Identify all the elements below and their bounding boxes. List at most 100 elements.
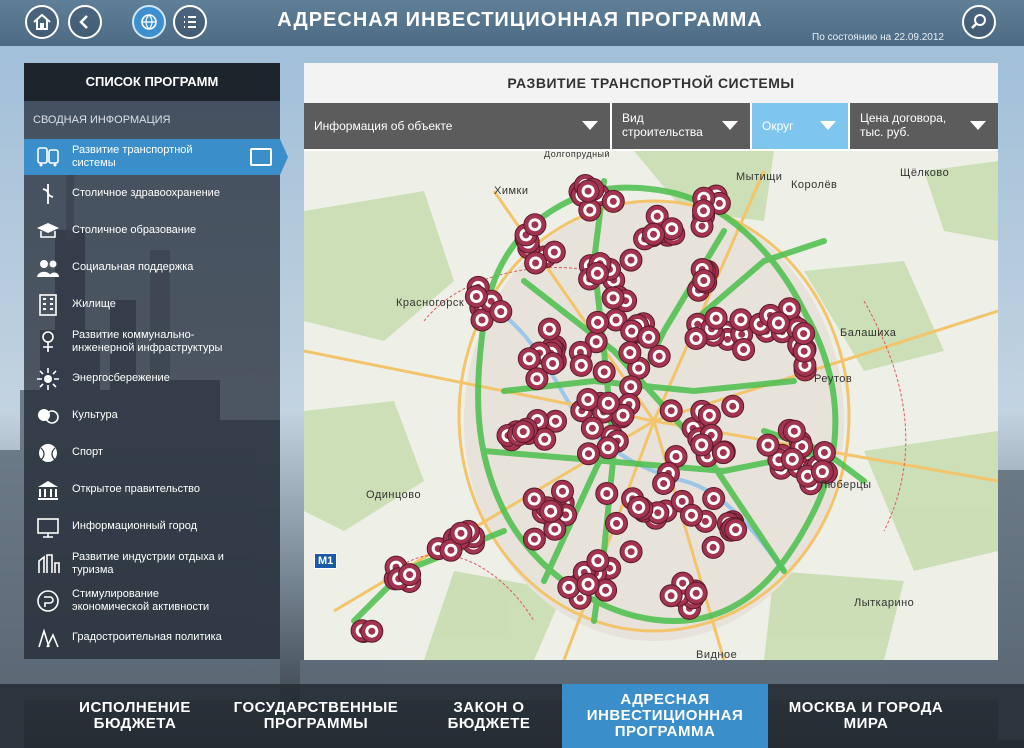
map-marker[interactable] bbox=[780, 447, 804, 471]
map-marker[interactable] bbox=[586, 310, 610, 334]
map-marker[interactable] bbox=[701, 535, 725, 559]
card-icon[interactable] bbox=[250, 148, 272, 166]
map-marker[interactable] bbox=[812, 441, 836, 464]
map-marker[interactable] bbox=[523, 213, 547, 237]
list-button[interactable] bbox=[173, 5, 207, 39]
map-label-balashikha: Балашиха bbox=[840, 327, 897, 339]
map-marker[interactable] bbox=[585, 261, 609, 285]
map-marker[interactable] bbox=[449, 521, 473, 545]
map-marker[interactable] bbox=[537, 317, 561, 341]
search-button[interactable] bbox=[962, 5, 996, 39]
map-marker[interactable] bbox=[690, 433, 714, 457]
map-marker[interactable] bbox=[360, 619, 384, 643]
map-marker[interactable] bbox=[596, 391, 620, 415]
map-marker[interactable] bbox=[522, 527, 546, 551]
sidebar-item-social[interactable]: Социальная поддержка bbox=[24, 249, 280, 286]
map-marker[interactable] bbox=[782, 419, 806, 443]
map-marker[interactable] bbox=[557, 575, 581, 599]
sidebar-item-education[interactable]: Столичное образование bbox=[24, 212, 280, 249]
map-marker[interactable] bbox=[702, 487, 726, 510]
map-marker[interactable] bbox=[577, 442, 600, 466]
map-marker[interactable] bbox=[692, 199, 715, 223]
nav-state-programs[interactable]: ГОСУДАРСТВЕННЫЕ ПРОГРАММЫ bbox=[230, 684, 402, 748]
sidebar-item-info-city[interactable]: Информационный город bbox=[24, 508, 280, 545]
sidebar-item-energy[interactable]: Энергосбережение bbox=[24, 360, 280, 397]
sidebar-item-housing[interactable]: Жилище bbox=[24, 286, 280, 323]
sidebar-item-label: Информационный город bbox=[72, 520, 198, 532]
map-marker[interactable] bbox=[517, 347, 541, 371]
sidebar-item-utilities[interactable]: Развитие коммунально-инженерной инфрастр… bbox=[24, 323, 280, 360]
home-button[interactable] bbox=[25, 5, 59, 39]
map-marker[interactable] bbox=[464, 285, 488, 308]
map-marker[interactable] bbox=[569, 353, 593, 377]
map-marker[interactable] bbox=[627, 495, 651, 519]
map-marker[interactable] bbox=[756, 433, 780, 457]
map-marker[interactable] bbox=[595, 482, 619, 505]
nav-moscow-world-cities[interactable]: МОСКВА И ГОРОДА МИРА bbox=[780, 684, 952, 748]
map-marker[interactable] bbox=[642, 222, 665, 246]
map-marker[interactable] bbox=[619, 248, 643, 272]
map-marker[interactable] bbox=[601, 286, 625, 310]
sidebar-item-government[interactable]: Открытое правительство bbox=[24, 471, 280, 508]
summary-link[interactable]: СВОДНАЯ ИНФОРМАЦИЯ bbox=[24, 101, 280, 139]
map-marker[interactable] bbox=[766, 311, 790, 335]
map-canvas[interactable] bbox=[304, 151, 998, 660]
sidebar-item-urban[interactable]: Градостроительная политика bbox=[24, 619, 280, 656]
map-marker[interactable] bbox=[601, 189, 625, 213]
map-marker[interactable] bbox=[489, 300, 513, 324]
map-marker[interactable] bbox=[524, 251, 548, 275]
filter-object-info[interactable]: Информация об объекте bbox=[304, 103, 610, 149]
map-marker[interactable] bbox=[724, 518, 748, 542]
map-marker[interactable] bbox=[721, 394, 745, 418]
sidebar-item-health[interactable]: Столичное здравоохранение bbox=[24, 175, 280, 212]
sidebar-item-transport[interactable]: Развитие транспортной системы bbox=[24, 139, 288, 175]
map-marker[interactable] bbox=[729, 308, 753, 332]
map-marker[interactable] bbox=[596, 436, 620, 460]
map-marker[interactable] bbox=[592, 360, 616, 384]
map-marker[interactable] bbox=[511, 420, 535, 444]
map-marker[interactable] bbox=[539, 499, 563, 523]
map-marker[interactable] bbox=[792, 322, 816, 346]
map-marker[interactable] bbox=[580, 416, 604, 440]
nav-budget-execution[interactable]: ИСПОЛНЕНИЕ БЮДЖЕТА bbox=[50, 684, 220, 748]
map-marker[interactable] bbox=[576, 572, 600, 596]
sidebar-item-label: Столичное здравоохранение bbox=[72, 187, 220, 199]
map-marker[interactable] bbox=[732, 338, 756, 361]
map-marker[interactable] bbox=[637, 325, 661, 349]
map-marker[interactable] bbox=[586, 549, 610, 573]
map-view[interactable]: Химки Мытищи Королёв Щёлково Красногорск… bbox=[304, 151, 998, 660]
map-label-vidnoe: Видное bbox=[696, 649, 738, 660]
map-marker[interactable] bbox=[684, 581, 708, 605]
map-marker[interactable] bbox=[576, 179, 600, 203]
back-button[interactable] bbox=[68, 5, 102, 39]
map-marker[interactable] bbox=[618, 341, 642, 365]
filter-construction-type[interactable]: Вид строительства bbox=[612, 103, 750, 149]
map-marker[interactable] bbox=[680, 503, 703, 527]
map-marker[interactable] bbox=[652, 472, 676, 495]
map-marker[interactable] bbox=[711, 441, 735, 465]
map-marker[interactable] bbox=[704, 306, 728, 330]
map-marker[interactable] bbox=[697, 403, 721, 427]
nav-investment-program[interactable]: АДРЕСНАЯ ИНВЕСТИЦИОННАЯ ПРОГРАММА bbox=[562, 684, 768, 748]
sidebar-item-sport[interactable]: Спорт bbox=[24, 434, 280, 471]
map-marker[interactable] bbox=[692, 269, 716, 292]
map-marker[interactable] bbox=[684, 327, 708, 350]
map-marker[interactable] bbox=[619, 540, 643, 564]
globe-button[interactable] bbox=[132, 5, 166, 39]
map-marker[interactable] bbox=[551, 479, 574, 503]
map-marker[interactable] bbox=[659, 584, 683, 608]
map-marker[interactable] bbox=[398, 563, 422, 587]
filter-district[interactable]: Округ bbox=[752, 103, 848, 149]
map-marker[interactable] bbox=[576, 388, 600, 411]
map-marker[interactable] bbox=[605, 511, 628, 535]
sidebar-item-tourism[interactable]: Развитие индустрии отдыха и туризма bbox=[24, 545, 280, 582]
map-marker[interactable] bbox=[659, 399, 683, 423]
map-marker[interactable] bbox=[541, 352, 565, 375]
map-marker[interactable] bbox=[647, 344, 671, 368]
filter-contract-price[interactable]: Цена договора, тыс. руб. bbox=[850, 103, 998, 149]
housing-icon bbox=[32, 291, 64, 319]
sidebar-item-economy[interactable]: Стимулирование экономической активности bbox=[24, 582, 280, 619]
sidebar-item-label: Социальная поддержка bbox=[72, 261, 194, 273]
nav-budget-law[interactable]: ЗАКОН О БЮДЖЕТЕ bbox=[430, 684, 548, 748]
sidebar-item-culture[interactable]: Культура bbox=[24, 397, 280, 434]
